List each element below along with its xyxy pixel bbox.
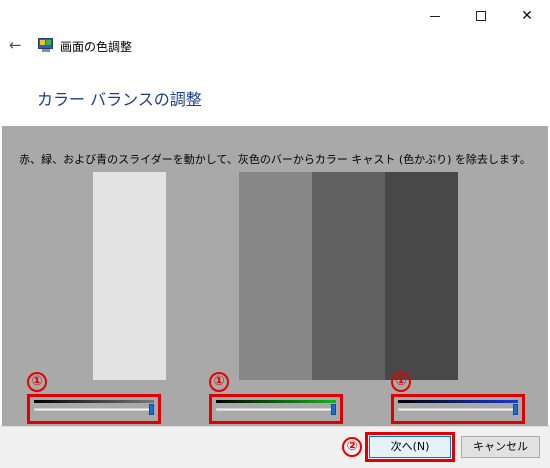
slider-track[interactable] <box>398 408 518 411</box>
close-button[interactable]: ✕ <box>504 0 550 32</box>
next-button[interactable]: 次へ(N) <box>369 436 451 458</box>
maximize-button[interactable] <box>458 0 504 32</box>
slider-thumb[interactable] <box>149 404 154 415</box>
annotation-marker-1: ① <box>27 372 47 392</box>
red-gradient-strip <box>34 400 154 403</box>
slider-track[interactable] <box>34 408 154 411</box>
cancel-button[interactable]: キャンセル <box>461 436 540 458</box>
green-gradient-strip <box>216 400 336 403</box>
minimize-icon <box>430 15 440 17</box>
window-title: 画面の色調整 <box>60 40 133 54</box>
annotation-marker-2: ② <box>342 437 362 457</box>
slider-thumb[interactable] <box>331 404 336 415</box>
close-icon: ✕ <box>521 8 533 24</box>
gray-bar <box>93 172 166 380</box>
navigation-bar: ← 画面の色調整 <box>0 32 550 60</box>
red-slider[interactable] <box>27 394 161 424</box>
annotation-marker-1: ① <box>391 372 411 392</box>
minimize-button[interactable] <box>412 0 458 32</box>
blue-slider[interactable] <box>391 394 525 424</box>
blue-gradient-strip <box>398 400 518 403</box>
gray-bar <box>385 172 458 380</box>
gray-bar <box>312 172 385 380</box>
slider-thumb[interactable] <box>513 404 518 415</box>
page-heading: カラー バランスの調整 <box>37 90 202 109</box>
slider-track[interactable] <box>216 408 336 411</box>
instruction-text: 赤、緑、および青のスライダーを動かして、灰色のバーからカラー キャスト (色かぶ… <box>19 153 531 166</box>
gray-bar <box>166 172 239 380</box>
annotation-marker-1: ① <box>209 372 229 392</box>
title-bar: ✕ <box>0 0 550 32</box>
maximize-icon <box>476 11 486 21</box>
back-arrow-icon[interactable]: ← <box>9 36 22 54</box>
display-color-calibration-icon <box>38 38 54 52</box>
gray-bar <box>239 172 312 380</box>
green-slider[interactable] <box>209 394 343 424</box>
